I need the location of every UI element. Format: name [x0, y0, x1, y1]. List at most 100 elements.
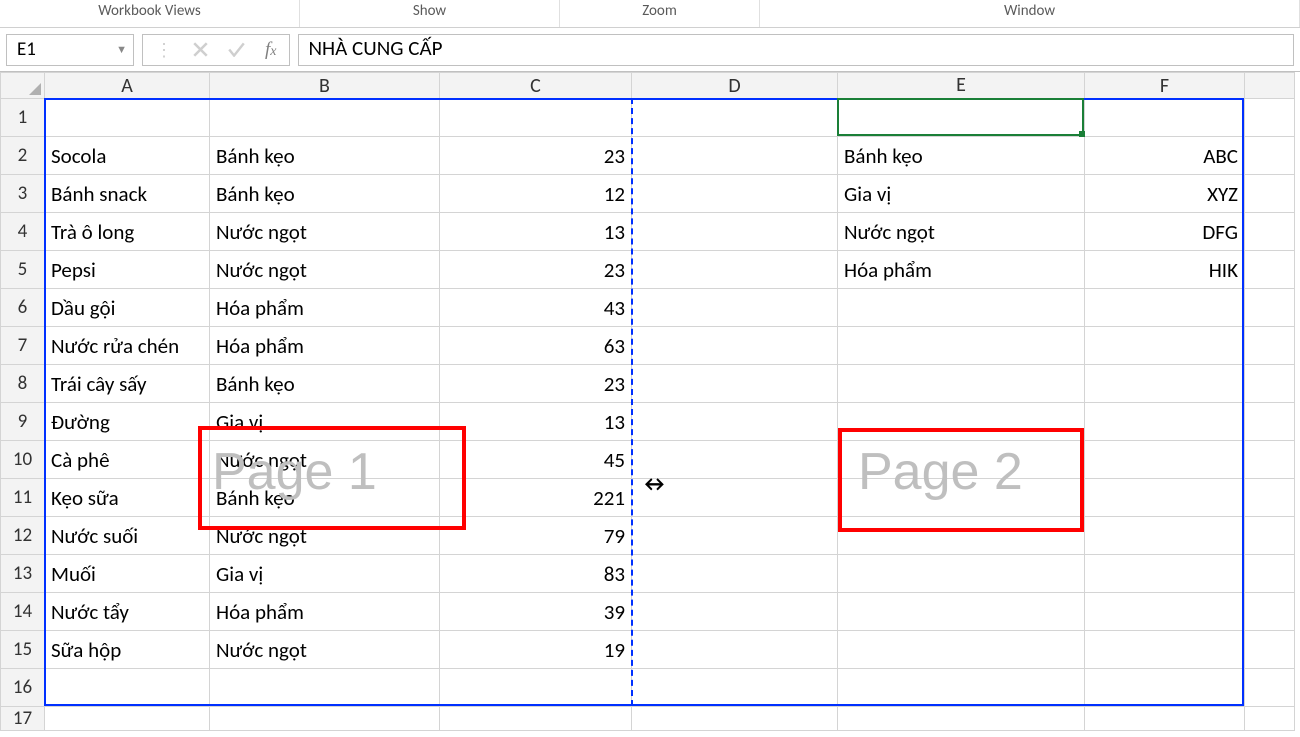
- cell[interactable]: Nước tẩy: [45, 593, 210, 631]
- row-header[interactable]: 10: [1, 441, 45, 479]
- cell[interactable]: Cà phê: [45, 441, 210, 479]
- cell[interactable]: Nước ngọt: [210, 631, 440, 669]
- cell[interactable]: [632, 289, 838, 327]
- table-row[interactable]: 3Bánh snackBánh kẹo12Gia vịXYZ: [1, 175, 1295, 213]
- cell[interactable]: [1085, 327, 1245, 365]
- cell[interactable]: Hóa phẩm: [210, 593, 440, 631]
- cell[interactable]: [1245, 99, 1295, 137]
- cell[interactable]: Đường: [45, 403, 210, 441]
- cell[interactable]: Nước rửa chén: [45, 327, 210, 365]
- formula-input[interactable]: NHÀ CUNG CẤP: [298, 34, 1295, 66]
- select-all-corner[interactable]: [1, 73, 45, 99]
- cell[interactable]: 13: [440, 213, 632, 251]
- cell[interactable]: SẢN PHẨM: [45, 99, 210, 137]
- cell[interactable]: [1085, 289, 1245, 327]
- cell[interactable]: [632, 707, 838, 731]
- cell[interactable]: [1245, 175, 1295, 213]
- cell[interactable]: [1085, 593, 1245, 631]
- ribbon-group-window[interactable]: Window: [760, 0, 1300, 27]
- cell[interactable]: [440, 669, 632, 707]
- cell[interactable]: Gia vị: [838, 175, 1085, 213]
- cell[interactable]: Bánh kẹo: [838, 137, 1085, 175]
- cell[interactable]: [632, 555, 838, 593]
- cell[interactable]: [838, 479, 1085, 517]
- cell[interactable]: 43: [440, 289, 632, 327]
- table-row[interactable]: 13MuốiGia vị83: [1, 555, 1295, 593]
- cell[interactable]: [838, 707, 1085, 731]
- table-row[interactable]: 5PepsiNước ngọt23Hóa phẩmHIK: [1, 251, 1295, 289]
- cell[interactable]: [1245, 289, 1295, 327]
- row-header[interactable]: 8: [1, 365, 45, 403]
- cell[interactable]: XYZ: [1085, 175, 1245, 213]
- cell[interactable]: 19: [440, 631, 632, 669]
- cell[interactable]: [1085, 479, 1245, 517]
- cell[interactable]: 12: [440, 175, 632, 213]
- cell[interactable]: Dầu gội: [45, 289, 210, 327]
- cell[interactable]: 83: [440, 555, 632, 593]
- cell[interactable]: [838, 403, 1085, 441]
- cell[interactable]: Nước ngọt: [210, 213, 440, 251]
- fx-icon[interactable]: fx: [265, 39, 277, 61]
- cell[interactable]: [1245, 137, 1295, 175]
- row-header[interactable]: 1: [1, 99, 45, 137]
- cell[interactable]: [1245, 555, 1295, 593]
- cell[interactable]: [632, 175, 838, 213]
- row-header[interactable]: 2: [1, 137, 45, 175]
- cell[interactable]: Nước ngọt: [210, 517, 440, 555]
- cell[interactable]: Bánh kẹo: [210, 175, 440, 213]
- row-header[interactable]: 11: [1, 479, 45, 517]
- cell[interactable]: 23: [440, 365, 632, 403]
- cell[interactable]: [632, 479, 838, 517]
- col-header-A[interactable]: A: [45, 73, 210, 99]
- cell[interactable]: [210, 707, 440, 731]
- cell[interactable]: Nước ngọt: [210, 441, 440, 479]
- cell[interactable]: [1245, 365, 1295, 403]
- row-header[interactable]: 7: [1, 327, 45, 365]
- cell[interactable]: 63: [440, 327, 632, 365]
- cell[interactable]: [838, 327, 1085, 365]
- cell[interactable]: Trà ô long: [45, 213, 210, 251]
- table-row[interactable]: 10Cà phêNước ngọt45: [1, 441, 1295, 479]
- cell[interactable]: [45, 707, 210, 731]
- cell[interactable]: Gia vị: [210, 403, 440, 441]
- cell[interactable]: [1085, 517, 1245, 555]
- row-header[interactable]: 17: [1, 707, 45, 731]
- table-row[interactable]: 17: [1, 707, 1295, 731]
- cell[interactable]: Hóa phẩm: [838, 251, 1085, 289]
- cell[interactable]: [632, 517, 838, 555]
- cell[interactable]: [838, 365, 1085, 403]
- cell[interactable]: [1085, 441, 1245, 479]
- row-header[interactable]: 4: [1, 213, 45, 251]
- cell[interactable]: [1245, 593, 1295, 631]
- cell[interactable]: [838, 669, 1085, 707]
- ribbon-group-views[interactable]: Workbook Views: [0, 0, 300, 27]
- cell[interactable]: Hóa phẩm: [210, 289, 440, 327]
- table-row[interactable]: 9ĐườngGia vị13: [1, 403, 1295, 441]
- ribbon-group-show[interactable]: Show: [300, 0, 560, 27]
- cell[interactable]: Pepsi: [45, 251, 210, 289]
- cell[interactable]: NHÀ CUNG CẤP: [838, 99, 1085, 137]
- cell[interactable]: ABC: [1085, 137, 1245, 175]
- row-header[interactable]: 16: [1, 669, 45, 707]
- row-header[interactable]: 12: [1, 517, 45, 555]
- cell[interactable]: HÃNG: [1085, 99, 1245, 137]
- table-row[interactable]: 12Nước suốiNước ngọt79: [1, 517, 1295, 555]
- cell[interactable]: [838, 289, 1085, 327]
- cell[interactable]: [632, 251, 838, 289]
- table-row[interactable]: 15Sữa hộpNước ngọt19: [1, 631, 1295, 669]
- cell[interactable]: [632, 593, 838, 631]
- table-row[interactable]: 16: [1, 669, 1295, 707]
- cell[interactable]: Muối: [45, 555, 210, 593]
- cell[interactable]: [1245, 441, 1295, 479]
- cell[interactable]: [45, 669, 210, 707]
- table-row[interactable]: 4Trà ô longNước ngọt13Nước ngọtDFG: [1, 213, 1295, 251]
- cell[interactable]: SỐ LƯỢNG: [440, 99, 632, 137]
- cell[interactable]: Bánh kẹo: [210, 137, 440, 175]
- cell[interactable]: [1085, 669, 1245, 707]
- cell[interactable]: [632, 213, 838, 251]
- table-row[interactable]: 6Dầu gộiHóa phẩm43: [1, 289, 1295, 327]
- cell[interactable]: Sữa hộp: [45, 631, 210, 669]
- cell[interactable]: [838, 555, 1085, 593]
- cell[interactable]: [1245, 251, 1295, 289]
- cell[interactable]: [1245, 707, 1295, 731]
